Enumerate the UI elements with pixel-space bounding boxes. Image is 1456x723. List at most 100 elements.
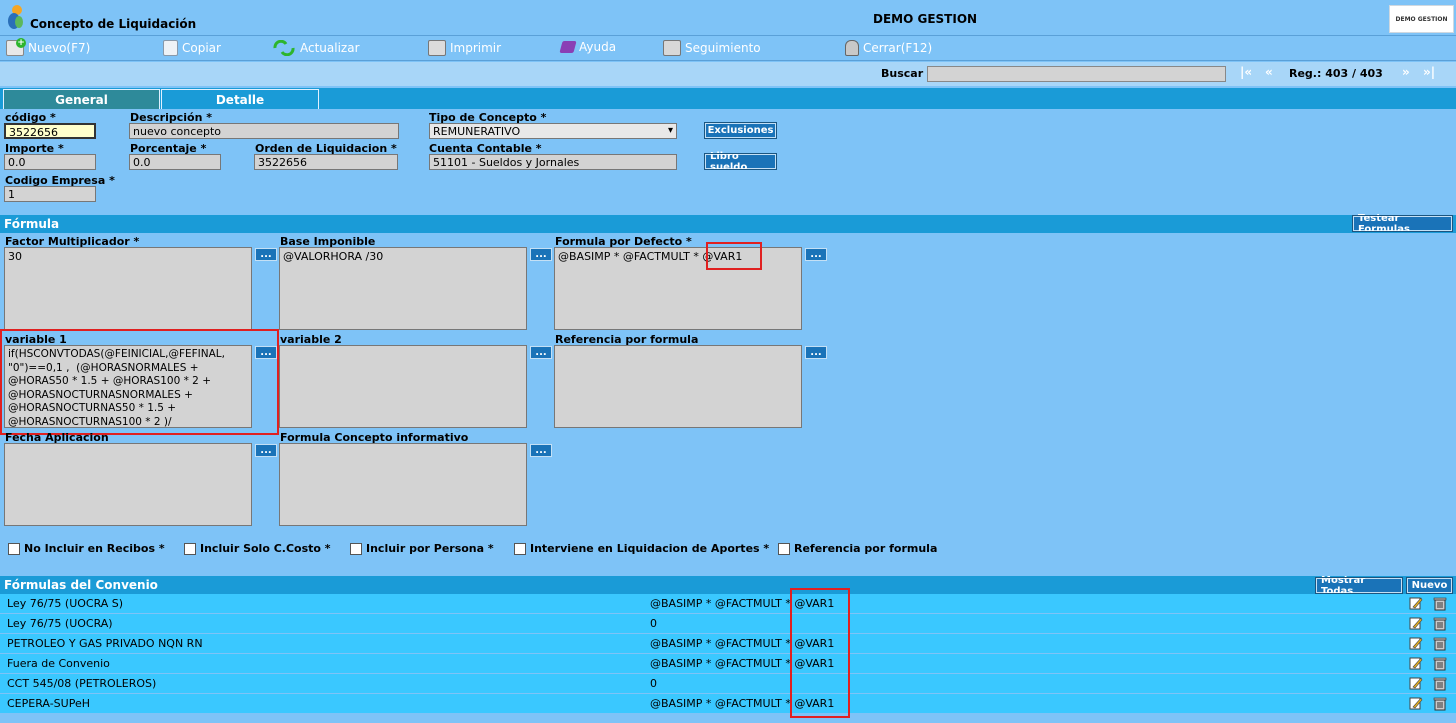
convenio-section-header: Fórmulas del Convenio bbox=[0, 576, 1456, 594]
base-dots-button[interactable]: ... bbox=[530, 248, 552, 261]
table-row[interactable]: Fuera de Convenio @BASIMP * @FACTMULT * @… bbox=[0, 654, 1456, 674]
convenio-formula: @BASIMP * @FACTMULT * @VAR1 bbox=[650, 597, 835, 610]
checkbox-label: Incluir por Persona * bbox=[366, 542, 494, 555]
help-icon bbox=[559, 41, 577, 53]
trash-icon[interactable] bbox=[1433, 596, 1447, 611]
close-icon bbox=[845, 40, 859, 56]
print-icon bbox=[428, 40, 446, 56]
convenio-formula: @BASIMP * @FACTMULT * @VAR1 bbox=[650, 657, 835, 670]
por-persona-checkbox[interactable]: Incluir por Persona * bbox=[350, 542, 494, 555]
chevron-down-icon: ▾ bbox=[667, 125, 673, 136]
fecha-dots-button[interactable]: ... bbox=[255, 444, 277, 457]
informativo-textarea[interactable] bbox=[279, 443, 527, 526]
trash-icon[interactable] bbox=[1433, 676, 1447, 691]
edit-icon[interactable] bbox=[1409, 596, 1423, 611]
edit-icon[interactable] bbox=[1409, 616, 1423, 631]
descripcion-field[interactable]: nuevo concepto bbox=[129, 123, 399, 139]
seguimiento-button[interactable]: Seguimiento bbox=[663, 40, 761, 56]
checkbox-box bbox=[184, 542, 196, 555]
var1-dots-button[interactable]: ... bbox=[255, 346, 277, 359]
table-row[interactable]: PETROLEO Y GAS PRIVADO NQN RN @BASIMP * @… bbox=[0, 634, 1456, 654]
convenio-name: Ley 76/75 (UOCRA S) bbox=[7, 597, 124, 610]
convenio-formula: 0 bbox=[650, 617, 657, 630]
testear-formulas-button[interactable]: Testear Formulas bbox=[1352, 213, 1453, 235]
tracking-icon bbox=[663, 40, 681, 56]
cuenta-field[interactable]: 51101 - Sueldos y Jornales bbox=[429, 154, 677, 170]
mostrar-todas-button[interactable]: Mostrar Todas bbox=[1315, 575, 1403, 597]
nuevo-label: Nuevo(F7) bbox=[28, 41, 91, 55]
referencia-checkbox[interactable]: Referencia por formula bbox=[778, 542, 937, 555]
libro-sueldo-button[interactable]: Libro sueldo bbox=[704, 151, 777, 173]
trash-icon[interactable] bbox=[1433, 636, 1447, 651]
convenio-formula: 0 bbox=[650, 677, 657, 690]
search-input[interactable] bbox=[927, 66, 1226, 82]
tipo-select[interactable]: REMUNERATIVO ▾ bbox=[429, 123, 677, 139]
next-record-link[interactable]: » bbox=[1402, 65, 1410, 79]
table-row[interactable]: Ley 76/75 (UOCRA) 0 bbox=[0, 614, 1456, 634]
var2-dots-button[interactable]: ... bbox=[530, 346, 552, 359]
empresa-field[interactable]: 1 bbox=[4, 186, 96, 202]
nuevo-button[interactable]: + Nuevo(F7) bbox=[6, 38, 91, 56]
checkbox-label: Interviene en Liquidacion de Aportes * bbox=[530, 542, 770, 555]
trash-icon[interactable] bbox=[1433, 616, 1447, 631]
ayuda-label: Ayuda bbox=[579, 40, 617, 54]
edit-icon[interactable] bbox=[1409, 676, 1423, 691]
nuevo-convenio-button[interactable]: Nuevo bbox=[1406, 577, 1453, 594]
formula-section-header: Fórmula bbox=[0, 215, 1456, 233]
aportes-checkbox[interactable]: Interviene en Liquidacion de Aportes * bbox=[514, 542, 769, 555]
defecto-textarea[interactable]: @BASIMP * @FACTMULT * @VAR1 bbox=[554, 247, 802, 330]
importe-field[interactable]: 0.0 bbox=[4, 154, 96, 170]
informativo-dots-button[interactable]: ... bbox=[530, 444, 552, 457]
title-bar bbox=[0, 0, 1456, 36]
ayuda-button[interactable]: Ayuda bbox=[559, 40, 617, 54]
table-row[interactable]: Ley 76/75 (UOCRA S) @BASIMP * @FACTMULT *… bbox=[0, 594, 1456, 614]
first-record-link[interactable]: |« bbox=[1240, 65, 1252, 79]
factor-dots-button[interactable]: ... bbox=[255, 248, 277, 261]
actualizar-button[interactable]: Actualizar bbox=[272, 39, 360, 57]
prev-record-link[interactable]: « bbox=[1265, 65, 1273, 79]
defecto-var-part: @VAR1 bbox=[702, 250, 743, 263]
defecto-dots-button[interactable]: ... bbox=[805, 248, 827, 261]
table-row[interactable]: CCT 545/08 (PETROLEROS) 0 bbox=[0, 674, 1456, 694]
edit-icon[interactable] bbox=[1409, 656, 1423, 671]
orden-field[interactable]: 3522656 bbox=[254, 154, 398, 170]
edit-icon[interactable] bbox=[1409, 696, 1423, 711]
var2-textarea[interactable] bbox=[279, 345, 527, 428]
toolbar: + Nuevo(F7) Copiar Actualizar Imprimir A… bbox=[0, 37, 1456, 61]
edit-icon[interactable] bbox=[1409, 636, 1423, 651]
copiar-button[interactable]: Copiar bbox=[163, 40, 221, 56]
exclusiones-button[interactable]: Exclusiones bbox=[704, 122, 777, 139]
var1-textarea[interactable]: if(HSCONVTODAS(@FEINICIAL,@FEFINAL, "0")… bbox=[4, 345, 252, 428]
trash-icon[interactable] bbox=[1433, 696, 1447, 711]
checkbox-box bbox=[514, 542, 526, 555]
imprimir-button[interactable]: Imprimir bbox=[428, 40, 501, 56]
convenio-name: CCT 545/08 (PETROLEROS) bbox=[7, 677, 157, 690]
cerrar-button[interactable]: Cerrar(F12) bbox=[845, 40, 932, 56]
fecha-textarea[interactable] bbox=[4, 443, 252, 526]
trash-icon[interactable] bbox=[1433, 656, 1447, 671]
porcentaje-field[interactable]: 0.0 bbox=[129, 154, 221, 170]
defecto-text-part: @BASIMP * @FACTMULT * bbox=[558, 250, 703, 263]
checkbox-label: Referencia por formula bbox=[794, 542, 938, 555]
tipo-value: REMUNERATIVO bbox=[433, 125, 521, 138]
no-incluir-checkbox[interactable]: No Incluir en Recibos * bbox=[8, 542, 165, 555]
checkbox-label: No Incluir en Recibos * bbox=[24, 542, 165, 555]
convenio-formula: @BASIMP * @FACTMULT * @VAR1 bbox=[650, 637, 835, 650]
referencia-dots-button[interactable]: ... bbox=[805, 346, 827, 359]
base-textarea[interactable]: @VALORHORA /30 bbox=[279, 247, 527, 330]
codigo-field[interactable]: 3522656 bbox=[4, 123, 96, 139]
checkbox-box bbox=[778, 542, 790, 555]
tab-general[interactable]: General bbox=[3, 89, 160, 109]
convenio-name: CEPERA-SUPeH bbox=[7, 697, 90, 710]
imprimir-label: Imprimir bbox=[450, 41, 502, 55]
tab-detalle[interactable]: Detalle bbox=[161, 89, 319, 109]
factor-textarea[interactable]: 30 bbox=[4, 247, 252, 330]
table-row[interactable]: CEPERA-SUPeH @BASIMP * @FACTMULT * @VAR1 bbox=[0, 694, 1456, 714]
solo-ccosto-checkbox[interactable]: Incluir Solo C.Costo * bbox=[184, 542, 331, 555]
record-counter: Reg.: 403 / 403 bbox=[1289, 67, 1383, 80]
referencia-textarea[interactable] bbox=[554, 345, 802, 428]
checkbox-label: Incluir Solo C.Costo * bbox=[200, 542, 331, 555]
app-logo-icon bbox=[8, 5, 23, 29]
refresh-icon bbox=[272, 39, 296, 57]
last-record-link[interactable]: »| bbox=[1423, 65, 1435, 79]
